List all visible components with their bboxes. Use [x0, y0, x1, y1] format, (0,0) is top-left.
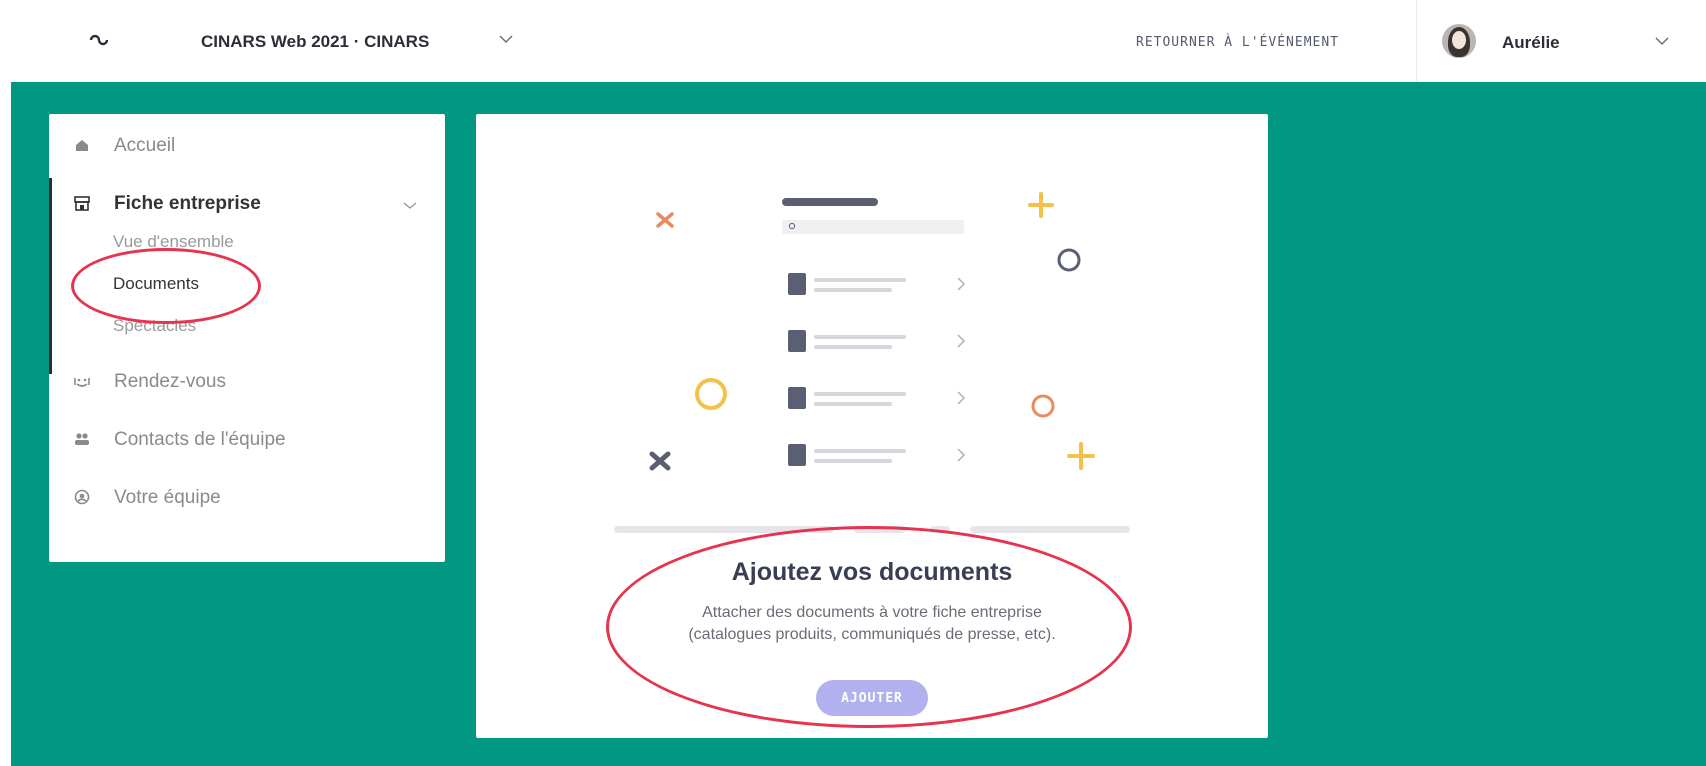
event-selector[interactable]: CINARS Web 2021 · CINARS: [201, 32, 429, 52]
chevron-down-icon[interactable]: [401, 196, 419, 214]
return-to-event-link[interactable]: RETOURNER À L'ÉVÉNEMENT: [1136, 35, 1339, 50]
sidebar-item-votre-equipe[interactable]: Votre équipe: [49, 478, 445, 518]
sidebar-item-rendez-vous[interactable]: Rendez-vous: [49, 362, 445, 402]
sidebar-item-accueil[interactable]: Accueil: [49, 126, 445, 166]
sidebar-item-label: Rendez-vous: [114, 371, 226, 392]
store-icon: [73, 194, 93, 214]
chevron-down-icon[interactable]: [1653, 32, 1671, 50]
team-icon: [73, 488, 93, 508]
header-divider: [1416, 0, 1417, 82]
sidebar-item-label: Accueil: [114, 135, 176, 156]
user-name[interactable]: Aurélie: [1502, 33, 1560, 53]
top-bar: CINARS Web 2021 · CINARS RETOURNER À L'É…: [0, 0, 1706, 82]
home-icon: [73, 136, 93, 156]
app-logo-icon[interactable]: [86, 28, 110, 52]
annotation-circle-empty-state: [606, 526, 1132, 728]
chevron-down-icon[interactable]: [497, 30, 515, 48]
sidebar-item-contacts-equipe[interactable]: Contacts de l'équipe: [49, 420, 445, 460]
avatar[interactable]: [1442, 24, 1476, 58]
sidebar-item-label: Fiche entreprise: [114, 193, 261, 214]
sidebar-item-label: Contacts de l'équipe: [114, 429, 286, 450]
people-icon: [73, 430, 93, 450]
page-edge: [0, 82, 11, 766]
handshake-icon: [73, 372, 93, 392]
sidebar-item-label: Votre équipe: [114, 487, 221, 508]
documents-illustration: [614, 192, 1130, 533]
sidebar-item-fiche-entreprise[interactable]: Fiche entreprise: [49, 184, 445, 224]
sidebar-nav: Accueil Fiche entreprise Vue d'ensemble …: [49, 114, 445, 562]
annotation-circle-documents: [71, 248, 261, 324]
